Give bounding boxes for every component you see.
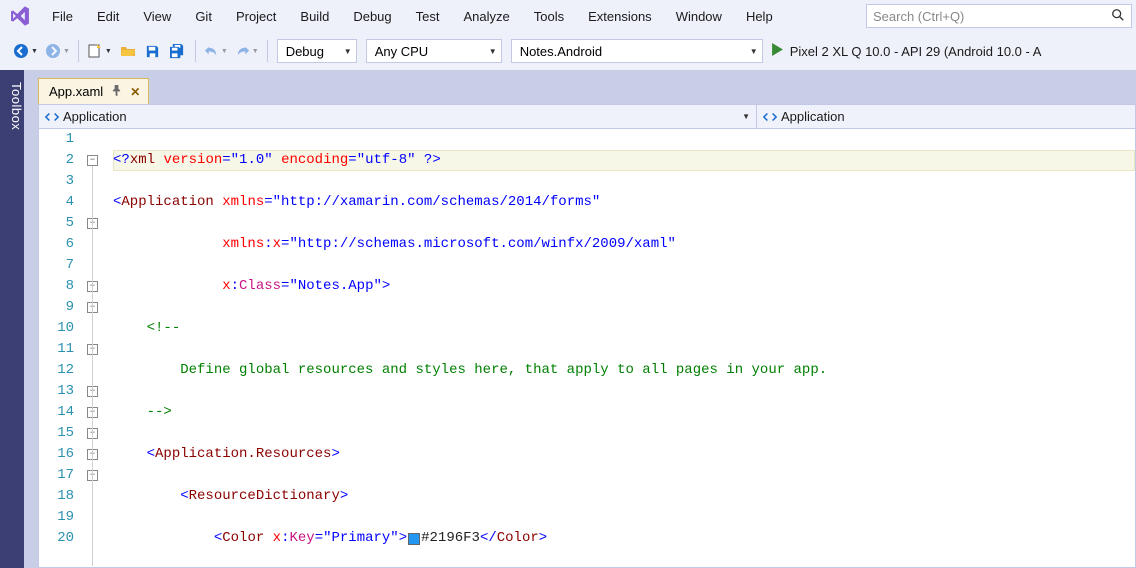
close-icon[interactable]: ✕ bbox=[130, 85, 140, 99]
line-number-gutter: 12 34 56 78 910 1112 1314 1516 1718 1920 bbox=[39, 129, 83, 567]
nav-type-dropdown[interactable]: Application ▼ bbox=[39, 105, 757, 128]
global-search[interactable] bbox=[866, 4, 1132, 28]
nav-type-label: Application bbox=[63, 109, 127, 124]
main-toolbar: ▼ ▼ ▼ ▼ ▼ Debug ▼ Any CPU ▼ Notes.Androi… bbox=[0, 32, 1136, 70]
chevron-down-icon: ▼ bbox=[250, 48, 259, 55]
platform-value: Any CPU bbox=[375, 44, 428, 59]
document-well: App.xaml ✕ Application ▼ Application 12 … bbox=[24, 70, 1136, 568]
menu-project[interactable]: Project bbox=[224, 3, 288, 30]
menu-analyze[interactable]: Analyze bbox=[451, 3, 521, 30]
nav-back-button[interactable]: ▼ bbox=[10, 38, 41, 64]
outline-margin: − − − − − − − − − − bbox=[83, 129, 109, 567]
separator bbox=[267, 40, 268, 62]
redo-button[interactable]: ▼ bbox=[232, 38, 262, 64]
play-icon bbox=[771, 43, 784, 59]
menu-view[interactable]: View bbox=[131, 3, 183, 30]
menu-git[interactable]: Git bbox=[183, 3, 224, 30]
separator bbox=[78, 40, 79, 62]
toolbox-panel-tab[interactable]: Toolbox bbox=[0, 70, 24, 568]
vs-logo-icon bbox=[6, 2, 34, 30]
nav-member-label: Application bbox=[781, 109, 845, 124]
document-tab[interactable]: App.xaml ✕ bbox=[38, 78, 149, 104]
nav-forward-button[interactable]: ▼ bbox=[42, 38, 73, 64]
save-button[interactable] bbox=[141, 38, 165, 64]
menu-extensions[interactable]: Extensions bbox=[576, 3, 664, 30]
menu-window[interactable]: Window bbox=[664, 3, 734, 30]
separator bbox=[195, 40, 196, 62]
chevron-down-icon: ▼ bbox=[219, 48, 228, 55]
config-dropdown[interactable]: Debug ▼ bbox=[277, 39, 357, 63]
undo-button[interactable]: ▼ bbox=[201, 38, 231, 64]
chevron-down-icon: ▼ bbox=[29, 48, 38, 55]
search-input[interactable] bbox=[873, 9, 1111, 24]
chevron-down-icon: ▼ bbox=[742, 112, 750, 121]
tab-strip: App.xaml ✕ bbox=[38, 76, 1136, 104]
menu-help[interactable]: Help bbox=[734, 3, 785, 30]
fold-toggle[interactable]: − bbox=[87, 155, 98, 166]
menu-file[interactable]: File bbox=[40, 3, 85, 30]
nav-member-dropdown[interactable]: Application bbox=[757, 105, 1135, 128]
menu-bar: File Edit View Git Project Build Debug T… bbox=[0, 0, 1136, 32]
config-value: Debug bbox=[286, 44, 324, 59]
chevron-down-icon: ▼ bbox=[742, 47, 758, 56]
menu-build[interactable]: Build bbox=[288, 3, 341, 30]
chevron-down-icon: ▼ bbox=[103, 48, 112, 55]
navigation-bar: Application ▼ Application bbox=[38, 104, 1136, 128]
startup-value: Notes.Android bbox=[520, 44, 602, 59]
chevron-down-icon: ▼ bbox=[481, 47, 497, 56]
menu-test[interactable]: Test bbox=[404, 3, 452, 30]
tab-title: App.xaml bbox=[49, 84, 103, 99]
start-debug-button[interactable]: Pixel 2 XL Q 10.0 - API 29 (Android 10.0… bbox=[768, 38, 1051, 64]
device-label: Pixel 2 XL Q 10.0 - API 29 (Android 10.0… bbox=[784, 44, 1048, 59]
code-editor[interactable]: 12 34 56 78 910 1112 1314 1516 1718 1920… bbox=[38, 128, 1136, 568]
code-icon bbox=[763, 111, 777, 123]
menu-tools[interactable]: Tools bbox=[522, 3, 576, 30]
startup-dropdown[interactable]: Notes.Android ▼ bbox=[511, 39, 763, 63]
open-button[interactable] bbox=[116, 38, 140, 64]
pin-icon[interactable] bbox=[111, 85, 122, 99]
save-all-button[interactable] bbox=[166, 38, 190, 64]
new-item-button[interactable]: ▼ bbox=[84, 38, 115, 64]
chevron-down-icon: ▼ bbox=[61, 48, 70, 55]
platform-dropdown[interactable]: Any CPU ▼ bbox=[366, 39, 502, 63]
menu-debug[interactable]: Debug bbox=[341, 3, 403, 30]
code-content[interactable]: <?xml version="1.0" encoding="utf-8" ?> … bbox=[109, 129, 1135, 567]
chevron-down-icon: ▼ bbox=[336, 47, 352, 56]
code-icon bbox=[45, 111, 59, 123]
search-icon bbox=[1111, 8, 1125, 25]
menu-edit[interactable]: Edit bbox=[85, 3, 131, 30]
